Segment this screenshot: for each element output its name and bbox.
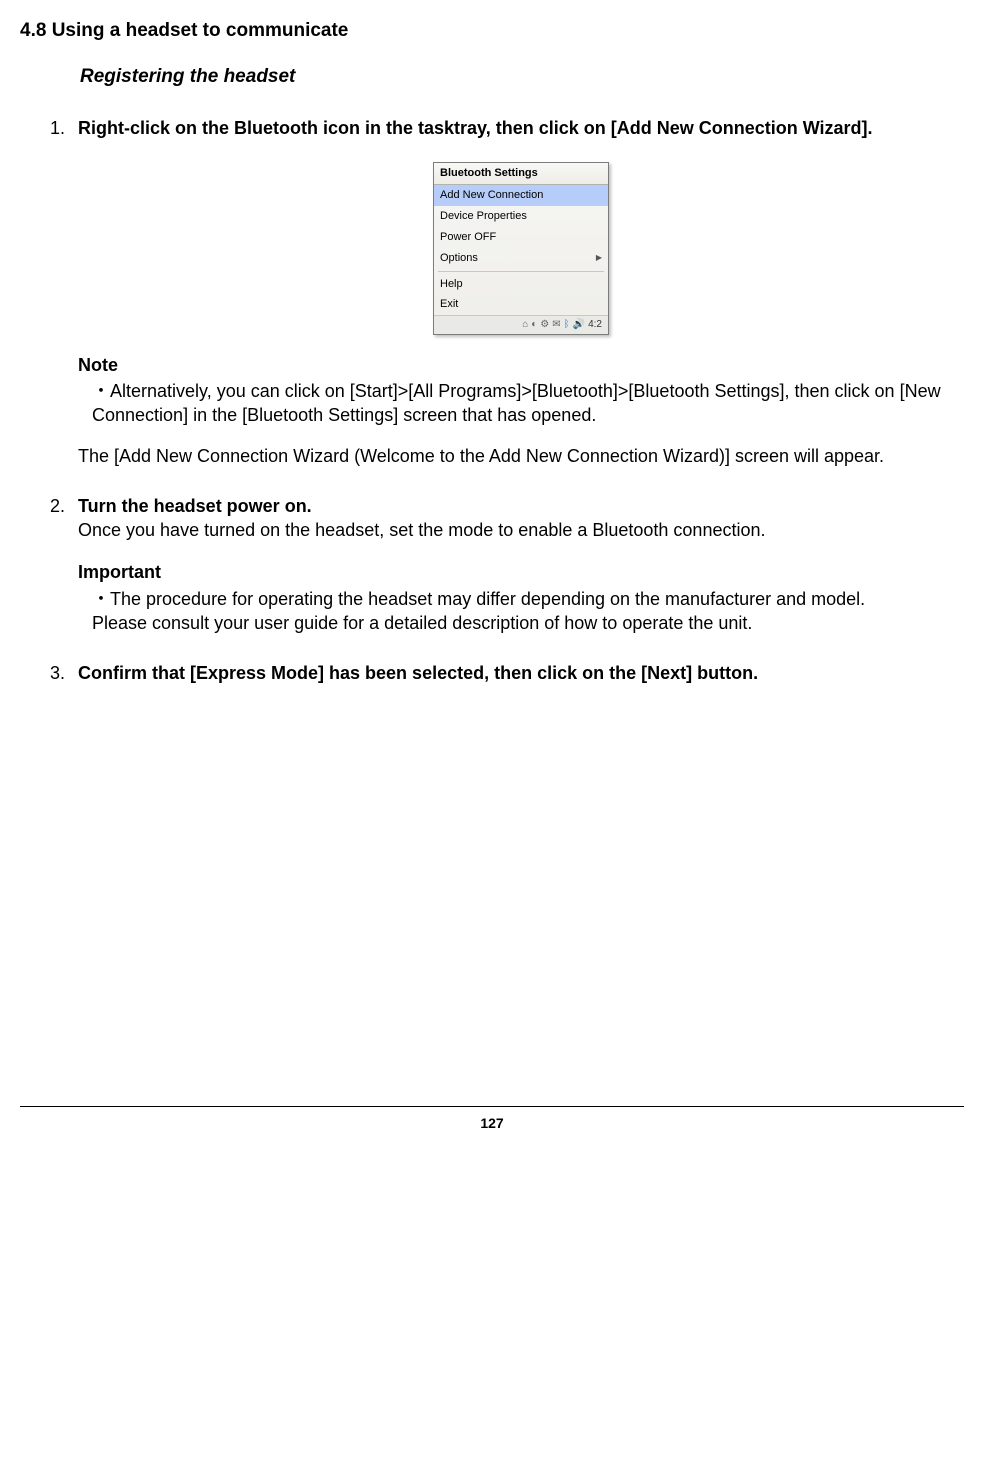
note-text: ・Alternatively, you can click on [Start]…	[92, 379, 964, 428]
step-1-instruction: Right-click on the Bluetooth icon in the…	[78, 118, 873, 138]
system-tray: ⌂ ◐ ⚙ ✉ ᛒ 🔊 4:2	[434, 315, 608, 334]
tray-icon: ✉	[552, 318, 560, 332]
step-1: Right-click on the Bluetooth icon in the…	[70, 116, 964, 468]
menu-item-add-new-connection[interactable]: Add New Connection	[434, 185, 608, 206]
step-3-instruction: Confirm that [Express Mode] has been sel…	[78, 663, 758, 683]
menu-item-help[interactable]: Help	[434, 274, 608, 295]
menu-item-options[interactable]: Options ▶	[434, 248, 608, 269]
note-label: Note	[78, 353, 964, 377]
menu-title: Bluetooth Settings	[434, 163, 608, 185]
context-menu: Bluetooth Settings Add New Connection De…	[433, 162, 609, 334]
important-tail: Please consult your user guide for a det…	[92, 611, 964, 635]
subsection-title: Registering the headset	[80, 66, 964, 88]
instruction-list: Right-click on the Bluetooth icon in the…	[20, 116, 964, 686]
page-number: 127	[480, 1115, 503, 1131]
menu-item-device-properties[interactable]: Device Properties	[434, 206, 608, 227]
tray-time: 4:2	[588, 318, 602, 332]
step-2-description: Once you have turned on the headset, set…	[78, 518, 964, 542]
menu-separator	[438, 271, 604, 272]
submenu-arrow-icon: ▶	[596, 253, 602, 264]
menu-item-options-label: Options	[440, 251, 478, 266]
menu-item-exit[interactable]: Exit	[434, 294, 608, 315]
bluetooth-icon[interactable]: ᛒ	[564, 318, 570, 332]
step-1-result: The [Add New Connection Wizard (Welcome …	[78, 444, 964, 468]
section-title: 4.8 Using a headset to communicate	[20, 20, 964, 42]
step-3: Confirm that [Express Mode] has been sel…	[70, 661, 964, 685]
menu-item-power-off[interactable]: Power OFF	[434, 227, 608, 248]
page-footer: 127	[20, 1106, 964, 1131]
step-2: Turn the headset power on. Once you have…	[70, 494, 964, 635]
tray-icon: 🔊	[573, 318, 585, 332]
important-label: Important	[78, 560, 964, 584]
context-menu-figure: Bluetooth Settings Add New Connection De…	[78, 162, 964, 334]
tray-icon: ⌂	[522, 318, 528, 332]
tray-icon: ◐	[531, 318, 537, 332]
tray-icon: ⚙	[540, 318, 549, 332]
important-text: ・The procedure for operating the headset…	[92, 587, 964, 611]
step-2-instruction: Turn the headset power on.	[78, 496, 312, 516]
